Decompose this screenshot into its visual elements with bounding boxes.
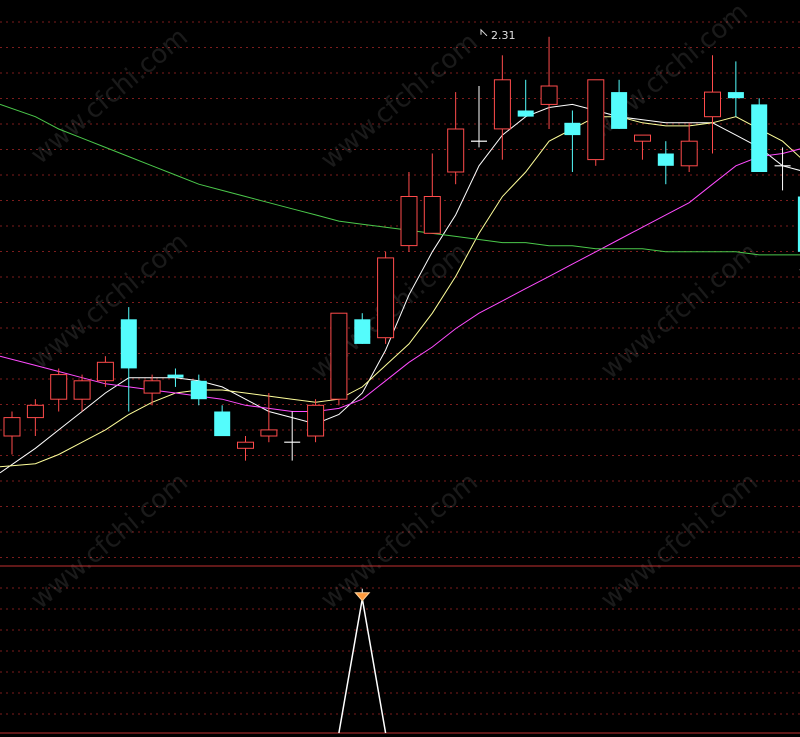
candle-body-down <box>517 110 534 117</box>
candle <box>330 312 348 406</box>
candle <box>377 251 395 344</box>
candle-body-down <box>354 319 371 344</box>
stock-chart: www.cfchi.com www.cfchi.com www.cfchi.comw… <box>0 0 800 737</box>
high-price-label: 2.31 <box>491 29 516 42</box>
candle-body-down <box>120 319 137 369</box>
candle-body-up <box>237 441 254 449</box>
candle <box>587 79 605 166</box>
candle-body-up <box>377 257 395 339</box>
candle-body-down <box>727 92 744 99</box>
candle-body-up <box>96 361 114 382</box>
candle-body-down <box>657 153 674 166</box>
candle-body-up <box>400 196 418 247</box>
candle-body-up <box>423 196 441 234</box>
candle-body-up <box>50 374 68 400</box>
candle-body-up <box>634 134 651 142</box>
candle-body-down <box>167 374 184 378</box>
candle-body-up <box>447 128 465 173</box>
candle-body-down <box>214 411 231 437</box>
candle-body-up <box>260 429 278 437</box>
candle-body-up <box>3 417 21 437</box>
candle-body-down <box>190 380 207 400</box>
candle <box>751 98 768 172</box>
candle-body-up <box>587 79 605 161</box>
candle-body-up <box>680 140 698 167</box>
candle-body-up <box>307 404 325 437</box>
candle-body-up <box>73 380 91 400</box>
candle-body-up <box>540 85 558 105</box>
candle-body-up <box>493 79 511 130</box>
candle-body-down <box>564 122 581 136</box>
candle-body-down <box>611 92 628 129</box>
candle-body-up <box>704 91 721 118</box>
candle <box>307 399 325 443</box>
candle-body-up <box>143 380 161 394</box>
candle-body-up <box>330 312 348 400</box>
candle-body-down <box>751 104 768 172</box>
candle-body-up <box>26 404 44 419</box>
